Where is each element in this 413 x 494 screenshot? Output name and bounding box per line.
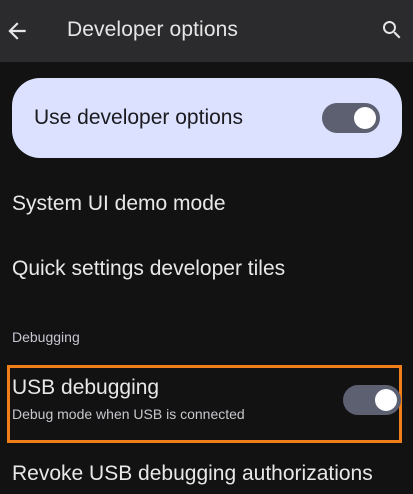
page-title: Developer options <box>67 18 238 41</box>
top-app-bar: Developer options <box>0 0 413 62</box>
arrow-back-icon[interactable] <box>4 18 30 44</box>
use-developer-options-card[interactable]: Use developer options <box>12 78 402 158</box>
switch-knob <box>354 107 376 129</box>
quick-settings-developer-tiles-item[interactable]: Quick settings developer tiles <box>12 257 285 281</box>
use-developer-options-switch[interactable] <box>322 103 380 133</box>
system-ui-demo-mode-item[interactable]: System UI demo mode <box>12 192 226 216</box>
debugging-section-header: Debugging <box>12 329 80 345</box>
usb-debugging-switch[interactable] <box>343 385 401 415</box>
usb-debugging-summary: Debug mode when USB is connected <box>12 406 245 422</box>
search-icon[interactable] <box>380 18 404 42</box>
developer-options-screen: Developer options Use developer options … <box>0 0 413 494</box>
switch-knob <box>375 389 397 411</box>
use-developer-options-label: Use developer options <box>34 106 243 129</box>
revoke-usb-debugging-authorizations-item[interactable]: Revoke USB debugging authorizations <box>12 462 373 486</box>
usb-debugging-title[interactable]: USB debugging <box>12 376 159 400</box>
